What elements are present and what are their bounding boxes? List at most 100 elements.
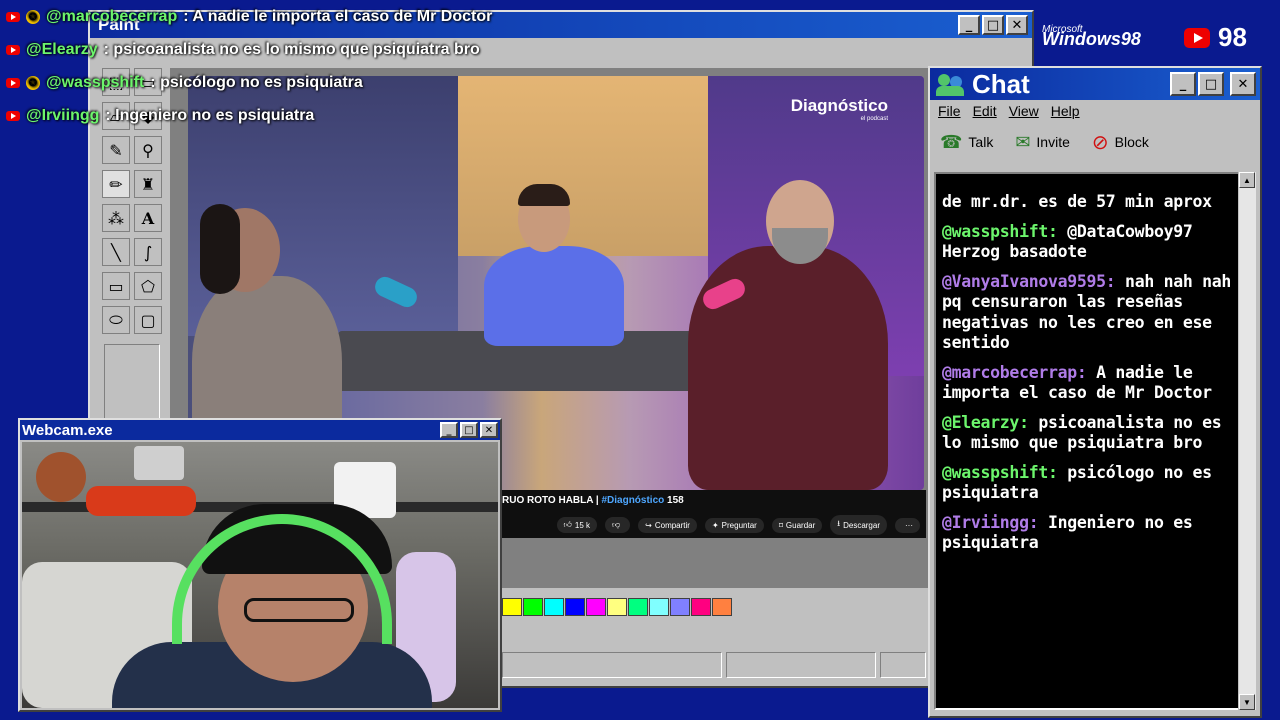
youtube-icon [6, 78, 20, 88]
status-cell [880, 652, 926, 678]
talk-label: Talk [968, 134, 994, 150]
invite-button[interactable]: ✉ Invite [1015, 132, 1070, 153]
menu-edit[interactable]: Edit [973, 103, 997, 119]
download-icon: ⭳ [837, 519, 841, 528]
webcam-feed [22, 442, 498, 708]
chat-log[interactable]: de mr.dr. es de 57 min aprox @wasspshift:… [934, 172, 1240, 710]
video-logo: Diagnóstico el podcast [791, 96, 888, 122]
palette-swatch[interactable] [544, 598, 564, 616]
magnifier-icon[interactable]: ⚲ [134, 136, 162, 164]
close-button[interactable]: ✕ [1230, 72, 1256, 96]
thumbs-down-icon: 👎︎ [612, 520, 621, 529]
close-button[interactable]: ✕ [480, 422, 498, 438]
chat-username[interactable]: @Irviingg: [942, 513, 1039, 532]
video-caption-tag[interactable]: #Diagnóstico [601, 495, 664, 506]
brush-icon[interactable]: ♜ [134, 170, 162, 198]
palette-swatch[interactable] [607, 598, 627, 616]
menu-view[interactable]: View [1009, 103, 1039, 119]
palette-swatch[interactable] [523, 598, 543, 616]
block-button[interactable]: ⊘ Block [1092, 130, 1149, 155]
polygon-icon[interactable]: ⬠ [134, 272, 162, 300]
palette-swatch[interactable] [712, 598, 732, 616]
minimize-button[interactable]: _ [440, 422, 458, 438]
maximize-button[interactable]: □ [1198, 72, 1224, 96]
chat-message: @wasspshift: @DataCowboy97 Herzog basado… [942, 222, 1232, 263]
chat-username[interactable]: @VanyaIvanova9595: [942, 272, 1116, 291]
video-action-label: 15 k [574, 520, 591, 530]
airbrush-icon[interactable]: ⁂ [102, 204, 130, 232]
video-hair-center [518, 184, 570, 206]
status-cell [726, 652, 876, 678]
youtube-icon [6, 111, 20, 121]
palette-swatch[interactable] [649, 598, 669, 616]
chat-username[interactable]: @wasspshift: [942, 222, 1058, 241]
overlay-message: : psicoanalista no es lo mismo que psiqu… [103, 41, 480, 58]
overlay-username: @Irviingg [26, 107, 100, 124]
video-caption-prefix: RUO ROTO HABLA | [502, 495, 602, 506]
video-action-download[interactable]: ⭳ Descargar [830, 515, 887, 535]
chat-menubar: File Edit View Help [930, 100, 1260, 122]
cam-glasses [244, 598, 354, 622]
scroll-up-icon[interactable]: ▲ [1239, 172, 1255, 188]
video-action-label: ··· [905, 520, 913, 530]
palette-swatch[interactable] [586, 598, 606, 616]
invite-label: Invite [1036, 134, 1070, 150]
overlay-message: : psicólogo no es psiquiatra [150, 74, 363, 91]
chat-toolbar: ☎ Talk ✉ Invite ⊘ Block [930, 122, 1260, 162]
ellipse-icon[interactable]: ⬭ [102, 306, 130, 334]
maximize-button[interactable]: □ [460, 422, 478, 438]
color-palette [502, 598, 732, 616]
video-action-share[interactable]: ↪ Compartir [638, 517, 697, 533]
text-icon[interactable]: A [134, 204, 162, 232]
overlay-message: : Ingeniero no es psiquiatra [105, 107, 315, 124]
palette-swatch[interactable] [502, 598, 522, 616]
talk-button[interactable]: ☎ Talk [940, 132, 993, 153]
video-action-thumbs-down[interactable]: 👎︎ [605, 517, 631, 533]
chat-username[interactable]: @wasspshift: [942, 463, 1058, 482]
rectangle-icon[interactable]: ▭ [102, 272, 130, 300]
palette-swatch[interactable] [670, 598, 690, 616]
palette-swatch[interactable] [691, 598, 711, 616]
video-caption: RUO ROTO HABLA | #Diagnóstico 158 [502, 495, 684, 506]
chat-username[interactable]: @marcobecerrap: [942, 363, 1087, 382]
chat-title: Chat [972, 68, 1030, 99]
youtube-counter: 98 [1184, 22, 1247, 53]
chat-window: Chat _ □ ✕ File Edit View Help ☎ Talk ✉ Invit… [928, 66, 1262, 718]
video-action-more[interactable]: ··· [895, 517, 920, 533]
member-badge-icon: ✪ [26, 10, 40, 24]
video-action-label: Compartir [654, 520, 690, 530]
minimize-button[interactable]: _ [1170, 72, 1196, 96]
video-actions: 👍︎ 15 k 👎︎ ↪ Compartir ✦ Preguntar ⌑ Guardar ⭳ Des… [502, 513, 926, 537]
block-label: Block [1114, 134, 1149, 150]
menu-help[interactable]: Help [1051, 103, 1080, 119]
video-action-thumbs-up[interactable]: 👍︎ 15 k [556, 517, 598, 533]
menu-file[interactable]: File [938, 103, 961, 119]
cam-toy-basketball [36, 452, 86, 502]
rounded-rect-icon[interactable]: ▢ [134, 306, 162, 334]
palette-swatch[interactable] [628, 598, 648, 616]
pencil-icon[interactable]: ✏ [102, 170, 130, 198]
line-icon[interactable]: ╲ [102, 238, 130, 266]
video-action-label: Guardar [785, 520, 816, 530]
youtube-icon [6, 12, 20, 22]
close-button[interactable]: ✕ [1006, 15, 1028, 35]
video-hair-left [200, 204, 240, 294]
video-action-label: Descargar [843, 520, 880, 530]
video-bg-center [458, 76, 708, 256]
webcam-title: Webcam.exe [22, 421, 113, 439]
eyedropper-icon[interactable]: ✎ [102, 136, 130, 164]
palette-swatch[interactable] [565, 598, 585, 616]
chat-titlebar: Chat _ □ ✕ [930, 68, 1260, 100]
video-action-bookmark[interactable]: ⌑ Guardar [771, 517, 823, 533]
video-caption-num: 158 [664, 495, 684, 506]
youtube-count: 98 [1218, 22, 1247, 52]
maximize-button[interactable]: □ [982, 15, 1004, 35]
windows98-logo: Microsoft Windows98 [1042, 24, 1141, 50]
minimize-button[interactable]: _ [958, 15, 980, 35]
youtube-icon [6, 45, 20, 55]
scroll-down-icon[interactable]: ▼ [1239, 694, 1255, 710]
curve-icon[interactable]: ∫ [134, 238, 162, 266]
chat-scrollbar[interactable]: ▲ ▼ [1238, 172, 1256, 710]
chat-username[interactable]: @Elearzy: [942, 413, 1029, 432]
video-action-ask[interactable]: ✦ Preguntar [704, 517, 764, 533]
